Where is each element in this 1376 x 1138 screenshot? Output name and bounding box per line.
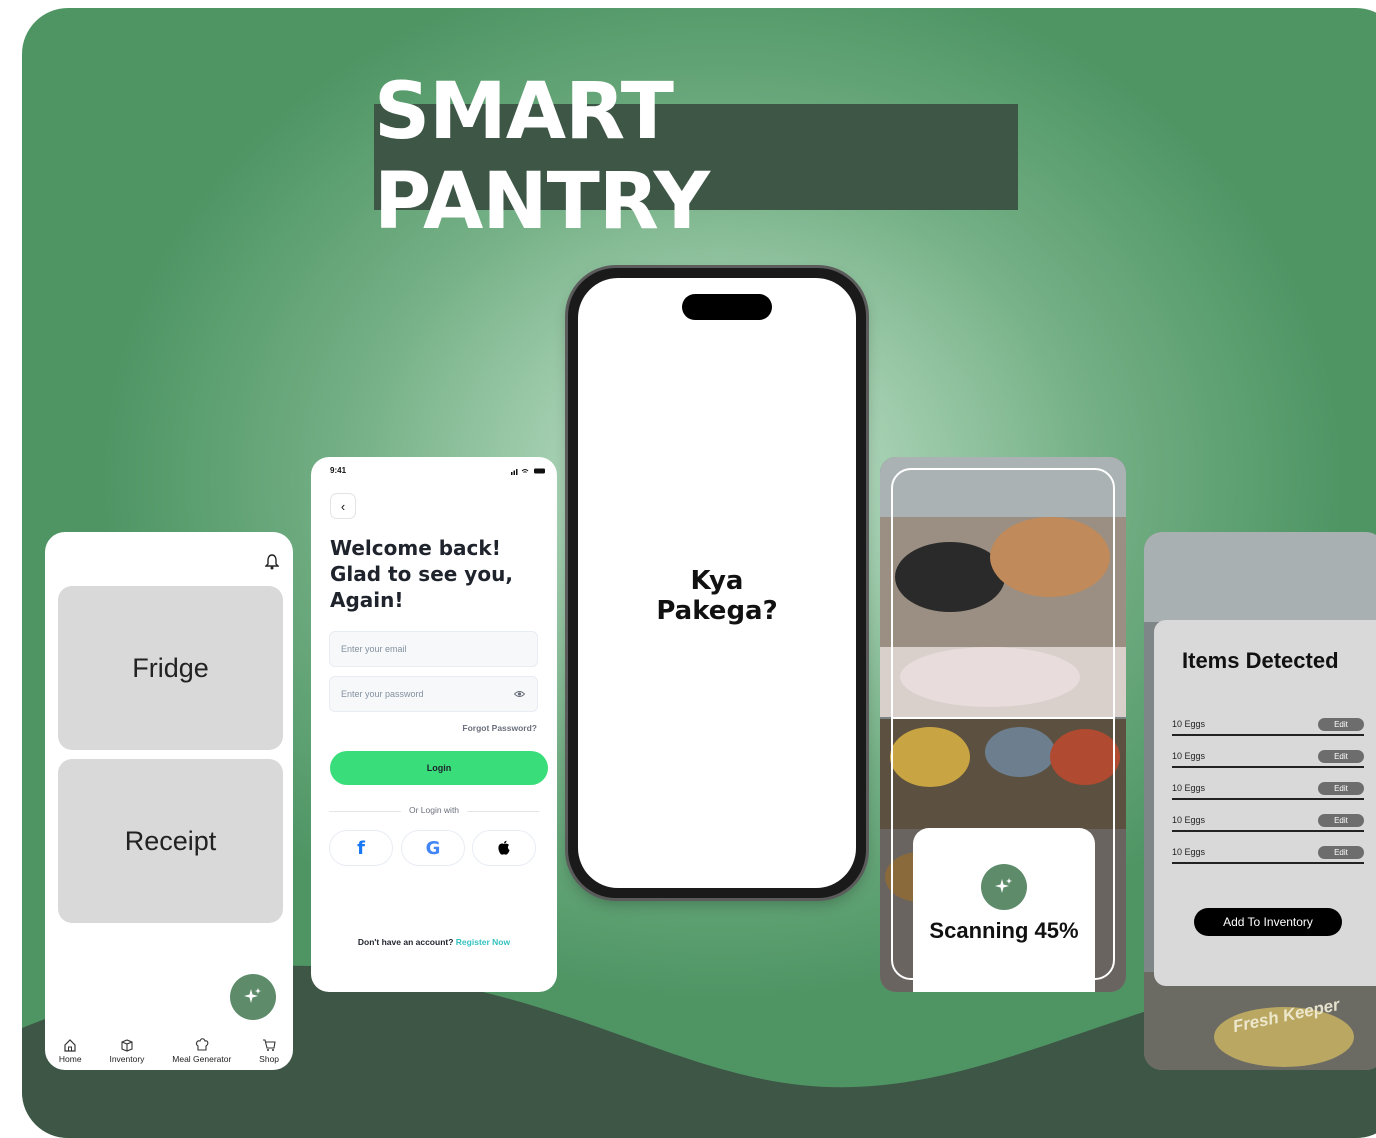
splash-title: Kya Pakega?	[578, 566, 856, 626]
password-field[interactable]: Enter your password	[329, 676, 538, 712]
scan-line	[891, 717, 1115, 719]
hero-title: SMART PANTRY	[374, 67, 710, 247]
password-placeholder: Enter your password	[341, 689, 424, 699]
nav-meal-generator-label: Meal Generator	[172, 1054, 232, 1064]
receipt-tile[interactable]: Receipt	[58, 759, 283, 923]
scan-sparkle-button[interactable]	[981, 864, 1027, 910]
edit-button[interactable]: Edit	[1318, 718, 1364, 731]
status-icons	[511, 468, 545, 475]
scan-screen: Scanning 45%	[880, 457, 1126, 992]
apple-login-button[interactable]	[472, 830, 536, 866]
register-prompt-text: Don't have an account?	[357, 937, 454, 947]
edit-button[interactable]: Edit	[1318, 782, 1364, 795]
item-name: 10 Eggs	[1172, 815, 1206, 825]
nav-inventory[interactable]: Inventory	[109, 1038, 144, 1064]
items-panel: Items Detected 10 Eggs Edit 10 Eggs Edit…	[1154, 620, 1376, 986]
splash-line-2: Pakega?	[656, 596, 778, 626]
cart-icon	[263, 1039, 276, 1051]
hero-title-banner: SMART PANTRY	[374, 67, 1018, 247]
edit-button[interactable]: Edit	[1318, 846, 1364, 859]
item-row: 10 Eggs Edit	[1172, 780, 1364, 800]
bottom-nav: Home Inventory Meal Generator Shop	[45, 1038, 293, 1064]
scanning-label: Scanning 45%	[929, 918, 1079, 943]
nav-home[interactable]: Home	[59, 1038, 82, 1064]
item-row: 10 Eggs Edit	[1172, 748, 1364, 768]
or-login-label: Or Login with	[311, 805, 557, 815]
login-button[interactable]: Login	[330, 751, 548, 785]
nav-meal-generator[interactable]: Meal Generator	[172, 1038, 231, 1064]
or-login-text: Or Login with	[400, 805, 468, 815]
ai-sparkle-button[interactable]	[230, 974, 276, 1020]
login-screen: 9:41 ‹ Welcome back! Glad to see you, Ag…	[311, 457, 557, 992]
splash-line-1: Kya	[690, 566, 744, 596]
nav-inventory-label: Inventory	[109, 1054, 145, 1064]
item-row: 10 Eggs Edit	[1172, 812, 1364, 832]
chevron-left-icon: ‹	[340, 498, 346, 514]
register-now-link[interactable]: Register Now	[456, 937, 510, 947]
home-screen: Fridge Receipt Home Inventory Meal Gener…	[45, 532, 293, 1070]
apple-icon	[498, 840, 510, 855]
item-name: 10 Eggs	[1172, 719, 1206, 729]
item-row: 10 Eggs Edit	[1172, 716, 1364, 736]
splash-screen: Kya Pakega?	[578, 278, 856, 888]
items-detected-screen: Items Detected 10 Eggs Edit 10 Eggs Edit…	[1144, 532, 1376, 1070]
sparkle-icon	[995, 878, 1012, 893]
email-field[interactable]: Enter your email	[329, 631, 538, 667]
fridge-tile[interactable]: Fridge	[58, 586, 283, 750]
home-icon	[64, 1039, 76, 1052]
scan-status-panel: Scanning 45%	[913, 828, 1095, 992]
item-row: 10 Eggs Edit	[1172, 844, 1364, 864]
edit-button[interactable]: Edit	[1318, 750, 1364, 763]
google-login-button[interactable]: G	[401, 830, 465, 866]
eye-icon[interactable]	[514, 690, 525, 698]
back-button[interactable]: ‹	[330, 493, 356, 519]
email-placeholder: Enter your email	[341, 644, 407, 654]
items-title: Items Detected	[1182, 648, 1339, 673]
welcome-heading: Welcome back! Glad to see you, Again!	[330, 536, 513, 612]
status-time: 9:41	[330, 466, 347, 475]
bell-icon[interactable]	[265, 554, 279, 570]
dynamic-island	[682, 294, 772, 320]
nav-shop-label: Shop	[259, 1054, 280, 1064]
nav-shop[interactable]: Shop	[259, 1038, 279, 1064]
item-name: 10 Eggs	[1172, 783, 1206, 793]
splash-phone: Kya Pakega?	[568, 268, 866, 898]
forgot-password-link[interactable]: Forgot Password?	[462, 723, 537, 733]
box-icon	[121, 1039, 133, 1052]
google-icon: G	[425, 837, 441, 859]
nav-home-label: Home	[58, 1054, 82, 1064]
chef-hat-icon	[195, 1038, 209, 1051]
item-name: 10 Eggs	[1172, 751, 1206, 761]
facebook-login-button[interactable]: f	[329, 830, 393, 866]
add-to-inventory-button[interactable]: Add To Inventory	[1194, 908, 1342, 936]
edit-button[interactable]: Edit	[1318, 814, 1364, 827]
register-prompt: Don't have an account? Register Now	[311, 937, 557, 947]
facebook-icon: f	[357, 837, 365, 859]
item-name: 10 Eggs	[1172, 847, 1206, 857]
sparkle-icon	[244, 988, 261, 1003]
